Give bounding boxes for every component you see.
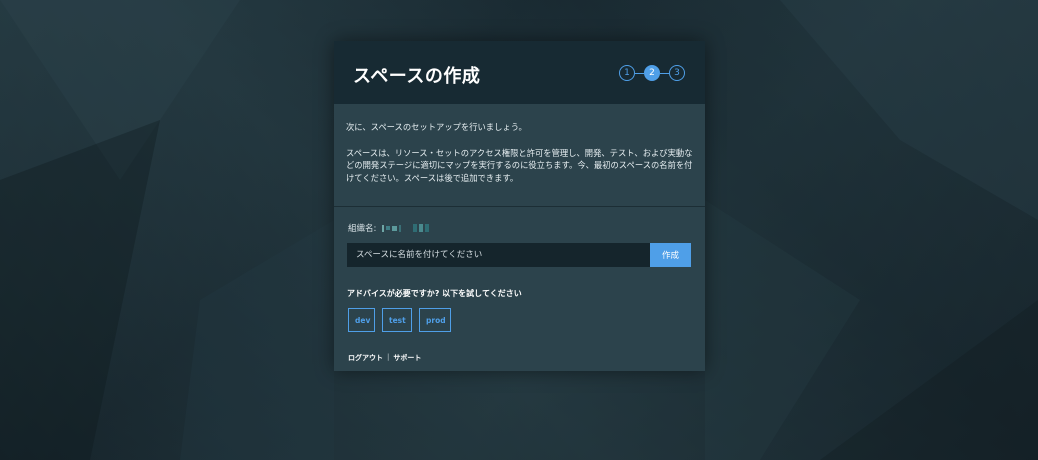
- space-name-input[interactable]: [347, 243, 650, 267]
- step-3: 3: [669, 65, 685, 81]
- org-row: 組織名:: [348, 222, 430, 234]
- intro-text: 次に、スペースのセットアップを行いましょう。 スペースは、リソース・セットのアク…: [334, 104, 705, 206]
- logout-link[interactable]: ログアウト: [348, 353, 383, 363]
- dialog-title: スペースの作成: [353, 66, 481, 87]
- suggestion-dev-button[interactable]: dev: [348, 308, 375, 332]
- step-indicator: 1 2 3: [619, 65, 685, 81]
- suggestion-test-button[interactable]: test: [382, 308, 412, 332]
- org-label: 組織名:: [348, 224, 377, 234]
- suggestion-chips: dev test prod: [348, 308, 451, 332]
- step-connector: [635, 72, 644, 74]
- intro-line-1: 次に、スペースのセットアップを行いましょう。: [346, 122, 527, 132]
- suggestion-prod-button[interactable]: prod: [419, 308, 451, 332]
- advice-text: アドバイスが必要ですか? 以下を試してください: [347, 289, 522, 298]
- create-space-dialog: スペースの作成 1 2 3 次に、スペースのセットアップを行いましょう。 スペー…: [334, 41, 705, 371]
- dialog-footer: ログアウト | サポート: [348, 353, 421, 363]
- divider: [334, 206, 705, 207]
- support-link[interactable]: サポート: [393, 353, 421, 363]
- footer-separator: |: [387, 353, 390, 361]
- dialog-header: スペースの作成 1 2 3: [334, 41, 705, 104]
- org-name-redacted: [382, 224, 430, 232]
- step-1: 1: [619, 65, 635, 81]
- intro-line-2: スペースは、リソース・セットのアクセス権限と許可を管理し、開発、テスト、および実…: [346, 147, 693, 183]
- space-name-form: 作成: [347, 243, 691, 267]
- create-button[interactable]: 作成: [650, 243, 691, 267]
- step-connector: [660, 72, 669, 74]
- step-2: 2: [644, 65, 660, 81]
